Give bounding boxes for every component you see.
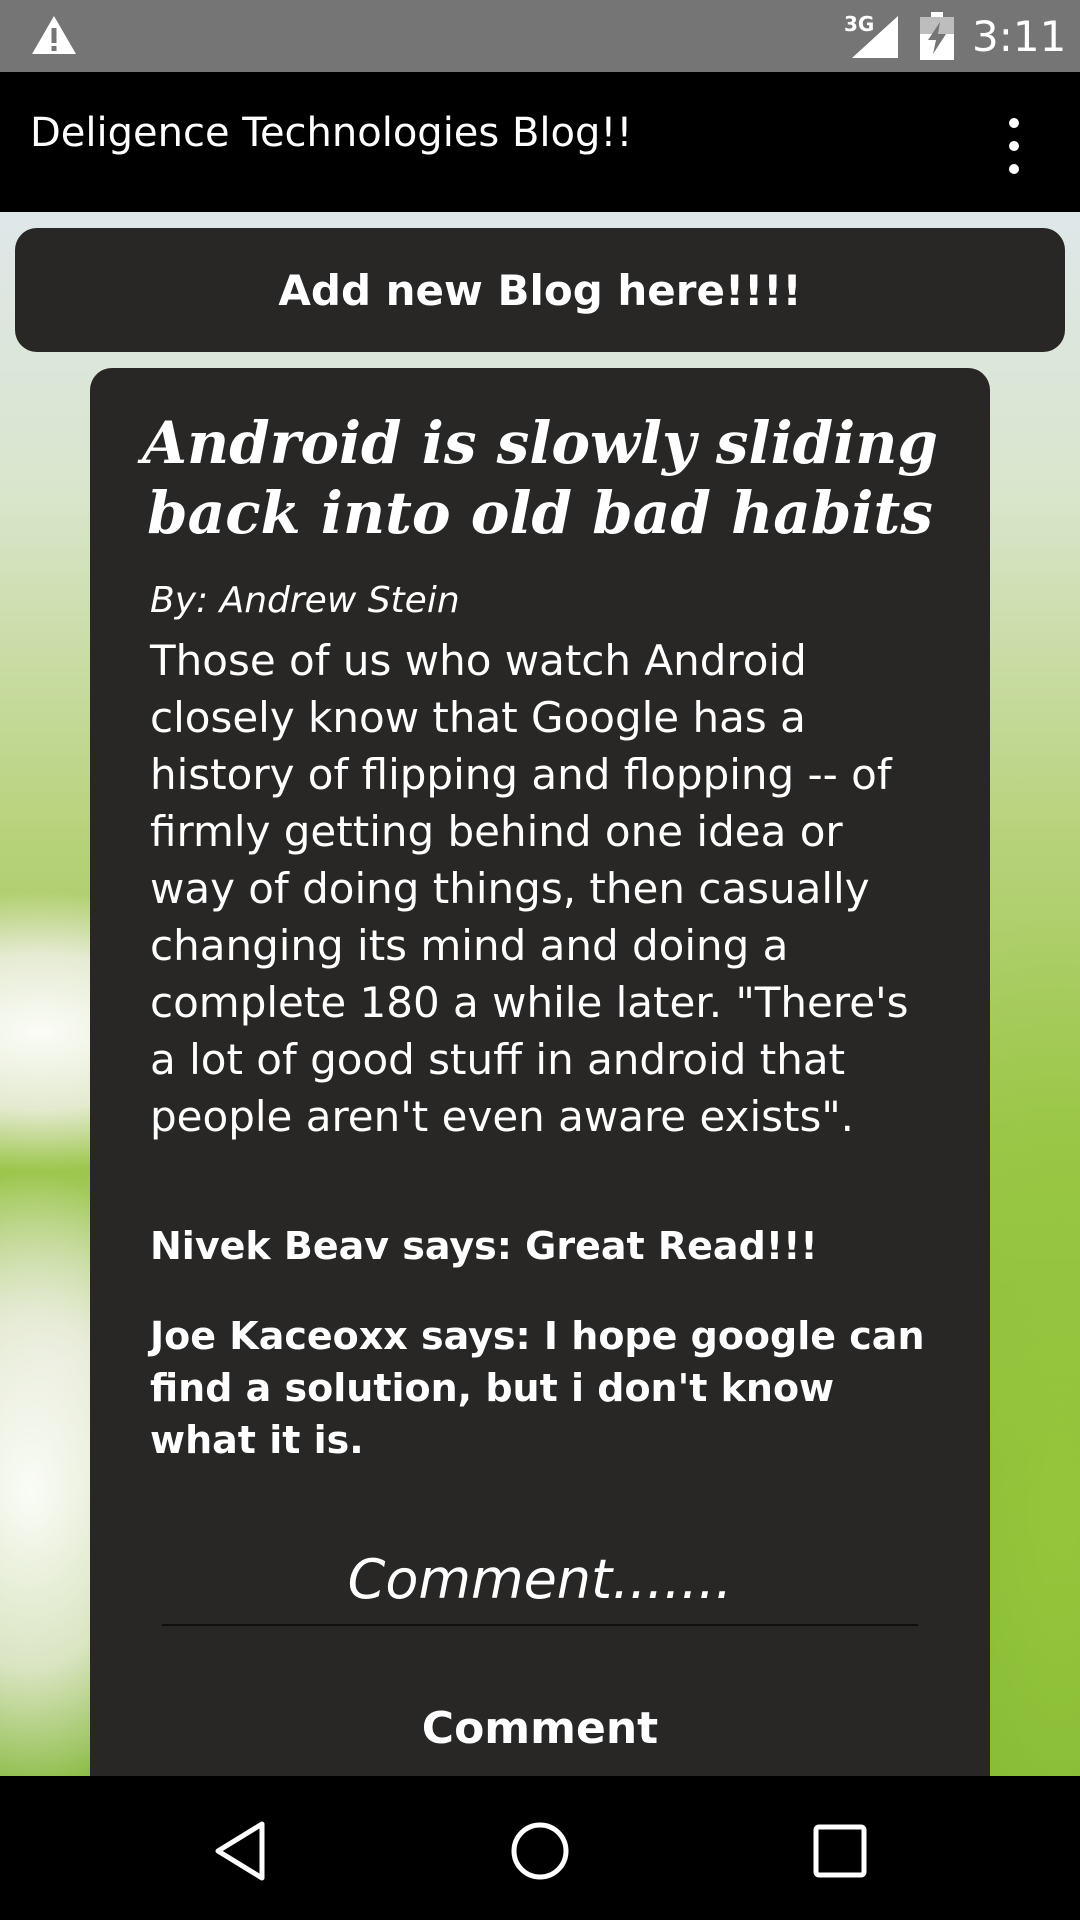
comment-input[interactable] <box>162 1534 918 1626</box>
blog-title: Android is slowly sliding back into old … <box>130 408 950 548</box>
back-icon[interactable] <box>206 1816 276 1886</box>
blog-author: By: Andrew Stein <box>150 580 460 621</box>
menu-dot <box>1009 164 1019 174</box>
comment-item: Joe Kaceoxx says: I hope google can find… <box>150 1314 925 1462</box>
blog-card: Android is slowly sliding back into old … <box>90 368 990 1776</box>
recents-icon[interactable] <box>805 1816 875 1886</box>
blog-title-line-2: back into old bad habits <box>147 479 933 547</box>
app-bar: Deligence Technologies Blog!! <box>0 72 1080 212</box>
blog-body: Those of us who watch Android closely kn… <box>150 636 909 1141</box>
warning-icon <box>32 16 76 54</box>
signal-icon <box>852 16 898 58</box>
battery-charging-icon <box>920 12 954 60</box>
clock: 3:11 <box>972 12 1067 61</box>
overflow-menu-icon[interactable] <box>994 118 1034 174</box>
home-icon[interactable] <box>505 1816 575 1886</box>
comment-button[interactable]: Comment <box>162 1694 918 1764</box>
navigation-bar <box>0 1776 1080 1920</box>
add-blog-button[interactable]: Add new Blog here!!!! <box>15 228 1065 352</box>
status-bar: 3G 3:11 <box>0 0 1080 72</box>
comment-item: Nivek Beav says: Great Read!!! <box>150 1224 818 1268</box>
app-title: Deligence Technologies Blog!! <box>30 110 633 156</box>
menu-dot <box>1009 141 1019 151</box>
menu-dot <box>1009 118 1019 128</box>
blog-title-line-1: Android is slowly sliding <box>142 409 938 477</box>
